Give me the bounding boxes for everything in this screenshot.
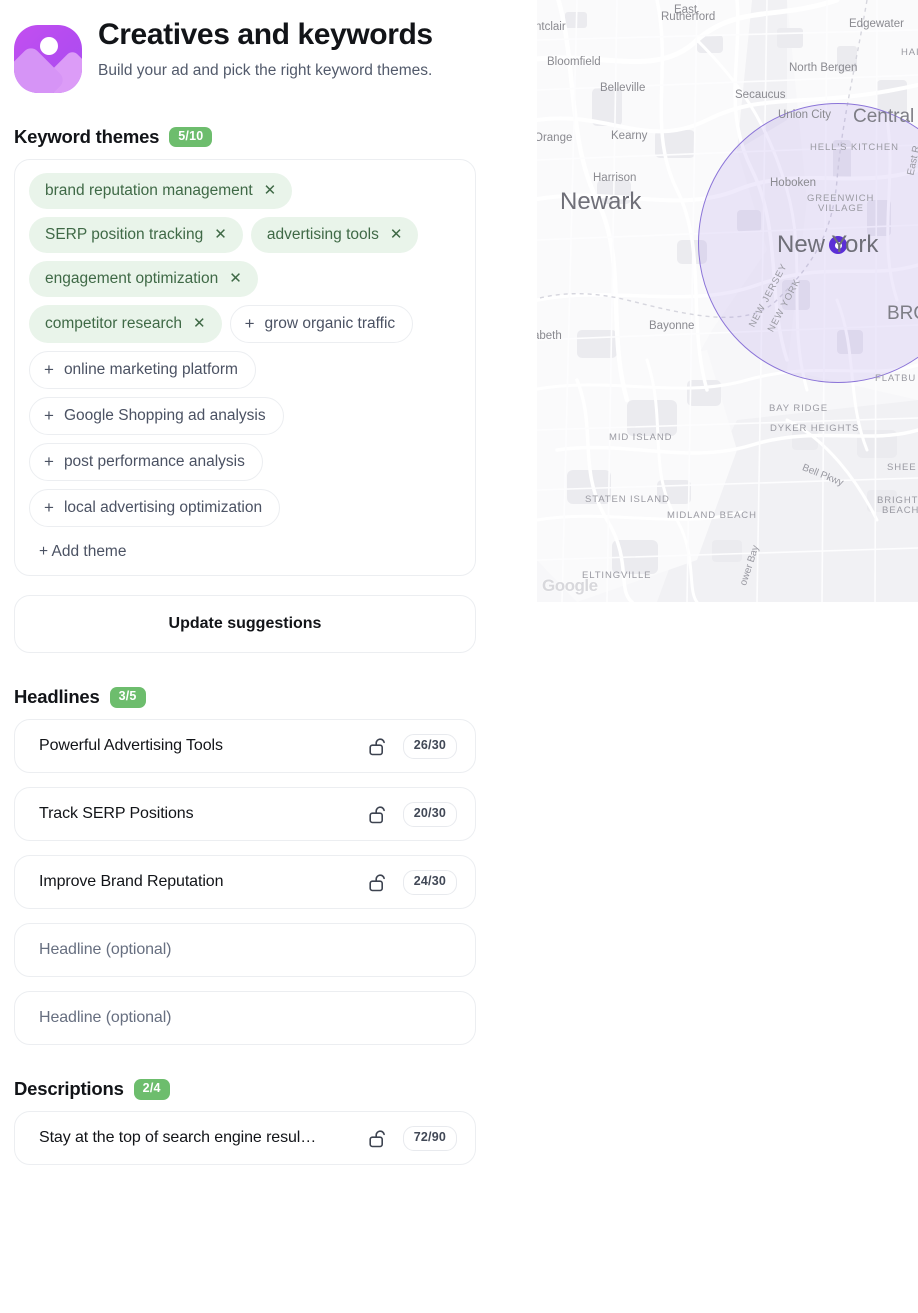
- close-icon[interactable]: ✕: [229, 271, 242, 286]
- header-text-block: Creatives and keywords Build your ad and…: [98, 14, 433, 81]
- keyword-chip-label: competitor research: [45, 315, 182, 333]
- location-marker-icon[interactable]: [829, 236, 847, 254]
- keyword-themes-heading: Keyword themes 5/10: [14, 126, 500, 148]
- headline-row-empty[interactable]: Headline (optional): [14, 991, 476, 1046]
- keyword-suggestion-label: Google Shopping ad analysis: [63, 407, 266, 425]
- description-row[interactable]: Stay at the top of search engine resul… …: [14, 1111, 476, 1166]
- unlocked-padlock-icon[interactable]: [369, 873, 387, 892]
- status-badge: 2/4: [133, 1079, 170, 1100]
- headline-row[interactable]: Improve Brand Reputation 24/30: [14, 855, 476, 910]
- unlocked-padlock-icon[interactable]: [369, 1129, 387, 1148]
- keyword-chip[interactable]: brand reputation management ✕: [29, 173, 293, 210]
- close-icon[interactable]: ✕: [390, 227, 403, 242]
- plus-icon: +: [44, 452, 54, 472]
- descriptions-heading: Descriptions 2/4: [14, 1078, 500, 1100]
- section-title: Keyword themes: [14, 126, 160, 147]
- unlocked-padlock-icon[interactable]: [369, 737, 387, 756]
- location-map[interactable]: NEW JERSEY NEW YORK Bell Pkwy ower Bay E…: [537, 0, 918, 602]
- character-counter: 20/30: [402, 802, 457, 827]
- headline-row[interactable]: Track SERP Positions 20/30: [14, 787, 476, 842]
- chip-list: brand reputation management ✕ SERP posit…: [29, 173, 461, 535]
- headline-text[interactable]: Powerful Advertising Tools: [39, 737, 369, 755]
- keyword-chip-label: brand reputation management: [45, 182, 253, 199]
- headline-text[interactable]: Improve Brand Reputation: [39, 873, 369, 891]
- image-photo-icon: [14, 25, 82, 93]
- keyword-suggestion-chip[interactable]: + grow organic traffic: [229, 305, 414, 344]
- keyword-suggestion-label: local advertising optimization: [63, 499, 263, 517]
- update-suggestions-button[interactable]: Update suggestions: [14, 595, 476, 654]
- status-badge: 5/10: [169, 126, 213, 148]
- keyword-chip-label: engagement optimization: [45, 270, 219, 288]
- character-counter: 72/90: [402, 1126, 457, 1151]
- keyword-chip-label: SERP position tracking: [45, 226, 204, 244]
- page-header: Creatives and keywords Build your ad and…: [14, 14, 500, 93]
- status-badge: 3/5: [109, 687, 146, 708]
- add-theme-button[interactable]: + Add theme: [29, 537, 128, 565]
- headline-text[interactable]: Track SERP Positions: [39, 805, 369, 823]
- close-icon[interactable]: ✕: [193, 316, 206, 331]
- description-text[interactable]: Stay at the top of search engine resul…: [39, 1129, 369, 1147]
- keyword-chip[interactable]: advertising tools ✕: [250, 217, 419, 254]
- section-title: Headlines: [14, 686, 100, 708]
- keyword-suggestion-chip[interactable]: + post performance analysis: [29, 443, 263, 482]
- character-counter: 24/30: [402, 870, 457, 895]
- section-title: Descriptions: [14, 1078, 124, 1100]
- app-root: Creatives and keywords Build your ad and…: [0, 0, 918, 1313]
- keyword-suggestion-label: online marketing platform: [63, 361, 238, 379]
- keyword-chip-label: advertising tools: [266, 226, 379, 244]
- keyword-chip[interactable]: competitor research ✕: [29, 305, 222, 344]
- page-title: Creatives and keywords: [98, 18, 433, 51]
- headline-placeholder[interactable]: Headline (optional): [39, 1009, 457, 1027]
- keyword-themes-container: brand reputation management ✕ SERP posit…: [14, 159, 476, 577]
- character-counter: 26/30: [402, 734, 457, 759]
- unlocked-padlock-icon[interactable]: [369, 805, 387, 824]
- keyword-chip[interactable]: SERP position tracking ✕: [29, 217, 243, 254]
- close-icon[interactable]: ✕: [214, 227, 227, 242]
- google-logo: Google: [542, 576, 598, 595]
- keyword-suggestion-label: grow organic traffic: [264, 315, 396, 333]
- keyword-suggestion-chip[interactable]: + Google Shopping ad analysis: [29, 397, 284, 436]
- plus-icon: +: [244, 314, 255, 334]
- keyword-suggestion-chip[interactable]: + local advertising optimization: [29, 489, 281, 528]
- creatives-keywords-panel: Creatives and keywords Build your ad and…: [0, 0, 500, 1313]
- plus-icon: +: [44, 406, 54, 426]
- page-subtitle: Build your ad and pick the right keyword…: [98, 61, 433, 79]
- keyword-chip[interactable]: engagement optimization ✕: [29, 261, 258, 298]
- close-icon[interactable]: ✕: [264, 183, 277, 198]
- headlines-heading: Headlines 3/5: [14, 686, 500, 708]
- keyword-suggestion-chip[interactable]: + online marketing platform: [29, 351, 256, 390]
- plus-icon: +: [44, 498, 54, 518]
- headline-row[interactable]: Powerful Advertising Tools 26/30: [14, 719, 476, 774]
- headline-row-empty[interactable]: Headline (optional): [14, 923, 476, 978]
- headline-placeholder[interactable]: Headline (optional): [39, 941, 457, 959]
- keyword-suggestion-label: post performance analysis: [63, 453, 245, 471]
- plus-icon: +: [44, 360, 54, 380]
